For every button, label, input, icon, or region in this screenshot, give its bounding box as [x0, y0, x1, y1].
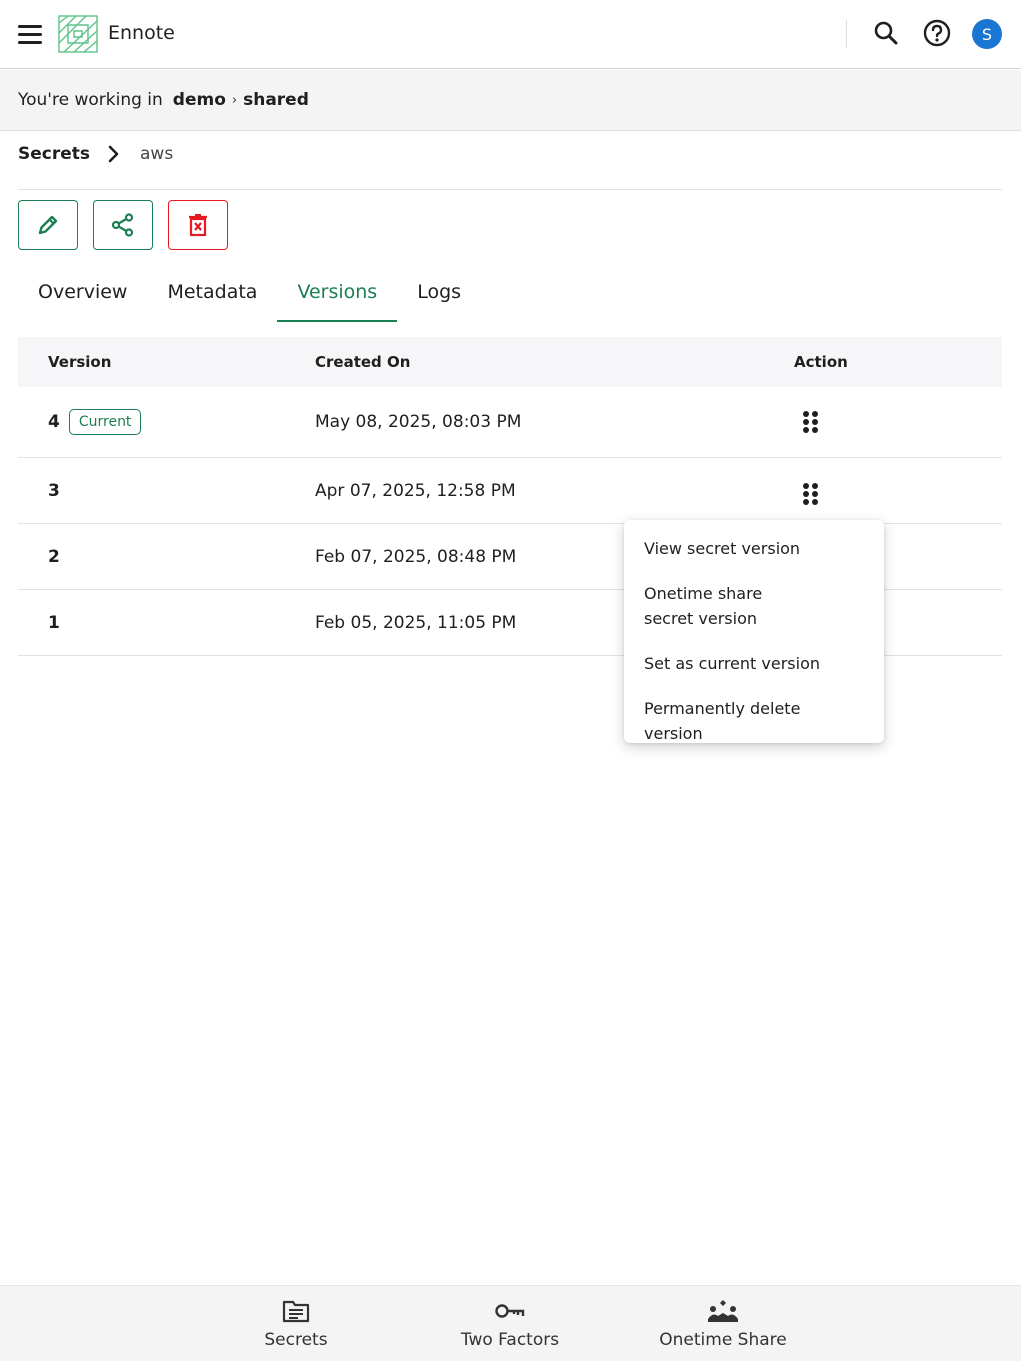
menu-item-set-current-version[interactable]: Set as current version [624, 651, 884, 676]
created-on-value: Apr 07, 2025, 12:58 PM [315, 480, 516, 501]
chevron-right-icon [108, 144, 122, 164]
avatar[interactable]: S [972, 19, 1002, 49]
version-number: 3 [48, 480, 60, 501]
breadcrumb-current: aws [140, 144, 174, 164]
tab-bar: Overview Metadata Versions Logs [18, 262, 481, 322]
header-divider [846, 20, 847, 48]
table-row: 3 Apr 07, 2025, 12:58 PM [18, 458, 1002, 524]
menu-item-view-secret-version[interactable]: View secret version [624, 536, 884, 561]
tab-metadata[interactable]: Metadata [147, 262, 277, 322]
column-header-created-on: Created On [315, 353, 411, 371]
key-icon [495, 1298, 525, 1324]
nav-label: Onetime Share [659, 1330, 787, 1350]
tab-overview[interactable]: Overview [18, 262, 147, 322]
nav-secrets[interactable]: Secrets [246, 1286, 346, 1361]
nav-label: Two Factors [460, 1330, 560, 1350]
breadcrumb: Secrets aws [18, 142, 173, 166]
ennote-logo[interactable] [56, 13, 100, 55]
delete-button[interactable] [168, 200, 228, 250]
more-actions-icon[interactable] [800, 482, 820, 506]
chevron-right-icon: › [231, 92, 238, 108]
tab-logs[interactable]: Logs [397, 262, 481, 322]
app-header: Ennote S [0, 0, 1021, 69]
trash-icon [189, 214, 207, 237]
column-header-version: Version [48, 353, 112, 371]
nav-two-factors[interactable]: Two Factors [450, 1286, 570, 1361]
created-on-value: May 08, 2025, 08:03 PM [315, 412, 522, 432]
breadcrumb-divider [18, 189, 1002, 190]
version-number: 2 [48, 546, 60, 567]
document-icon [282, 1298, 310, 1324]
pencil-icon [38, 215, 58, 235]
breadcrumb-secrets[interactable]: Secrets [18, 144, 90, 164]
bottom-navigation: Secrets Two Factors Onetime Share [0, 1285, 1021, 1361]
version-number: 4 [48, 412, 60, 432]
nav-label: Secrets [264, 1330, 328, 1350]
more-actions-icon[interactable] [800, 410, 820, 434]
share-button[interactable] [93, 200, 153, 250]
table-header: Version Created On Action [18, 337, 1002, 387]
menu-icon[interactable] [18, 20, 48, 48]
version-number: 1 [48, 612, 60, 633]
table-row: 4 Current May 08, 2025, 08:03 PM [18, 387, 1002, 458]
context-crumb-demo[interactable]: demo [173, 90, 226, 110]
tab-versions[interactable]: Versions [277, 262, 398, 322]
nav-onetime-share[interactable]: Onetime Share [653, 1286, 793, 1361]
menu-item-onetime-share-version[interactable]: Onetime share secret version [624, 581, 824, 631]
app-title[interactable]: Ennote [108, 22, 175, 44]
context-crumb-shared[interactable]: shared [243, 90, 309, 110]
context-label: You're working in [18, 90, 163, 110]
workspace-context-bar: You're working in demo › shared [0, 70, 1021, 131]
search-icon[interactable] [871, 18, 901, 48]
people-share-icon [707, 1298, 739, 1324]
current-badge: Current [68, 409, 142, 435]
help-icon[interactable] [922, 18, 952, 48]
edit-button[interactable] [18, 200, 78, 250]
share-icon [111, 213, 134, 237]
column-header-action: Action [794, 353, 848, 371]
menu-item-delete-version[interactable]: Permanently delete version [624, 696, 884, 746]
version-actions-menu: View secret version Onetime share secret… [624, 520, 884, 743]
